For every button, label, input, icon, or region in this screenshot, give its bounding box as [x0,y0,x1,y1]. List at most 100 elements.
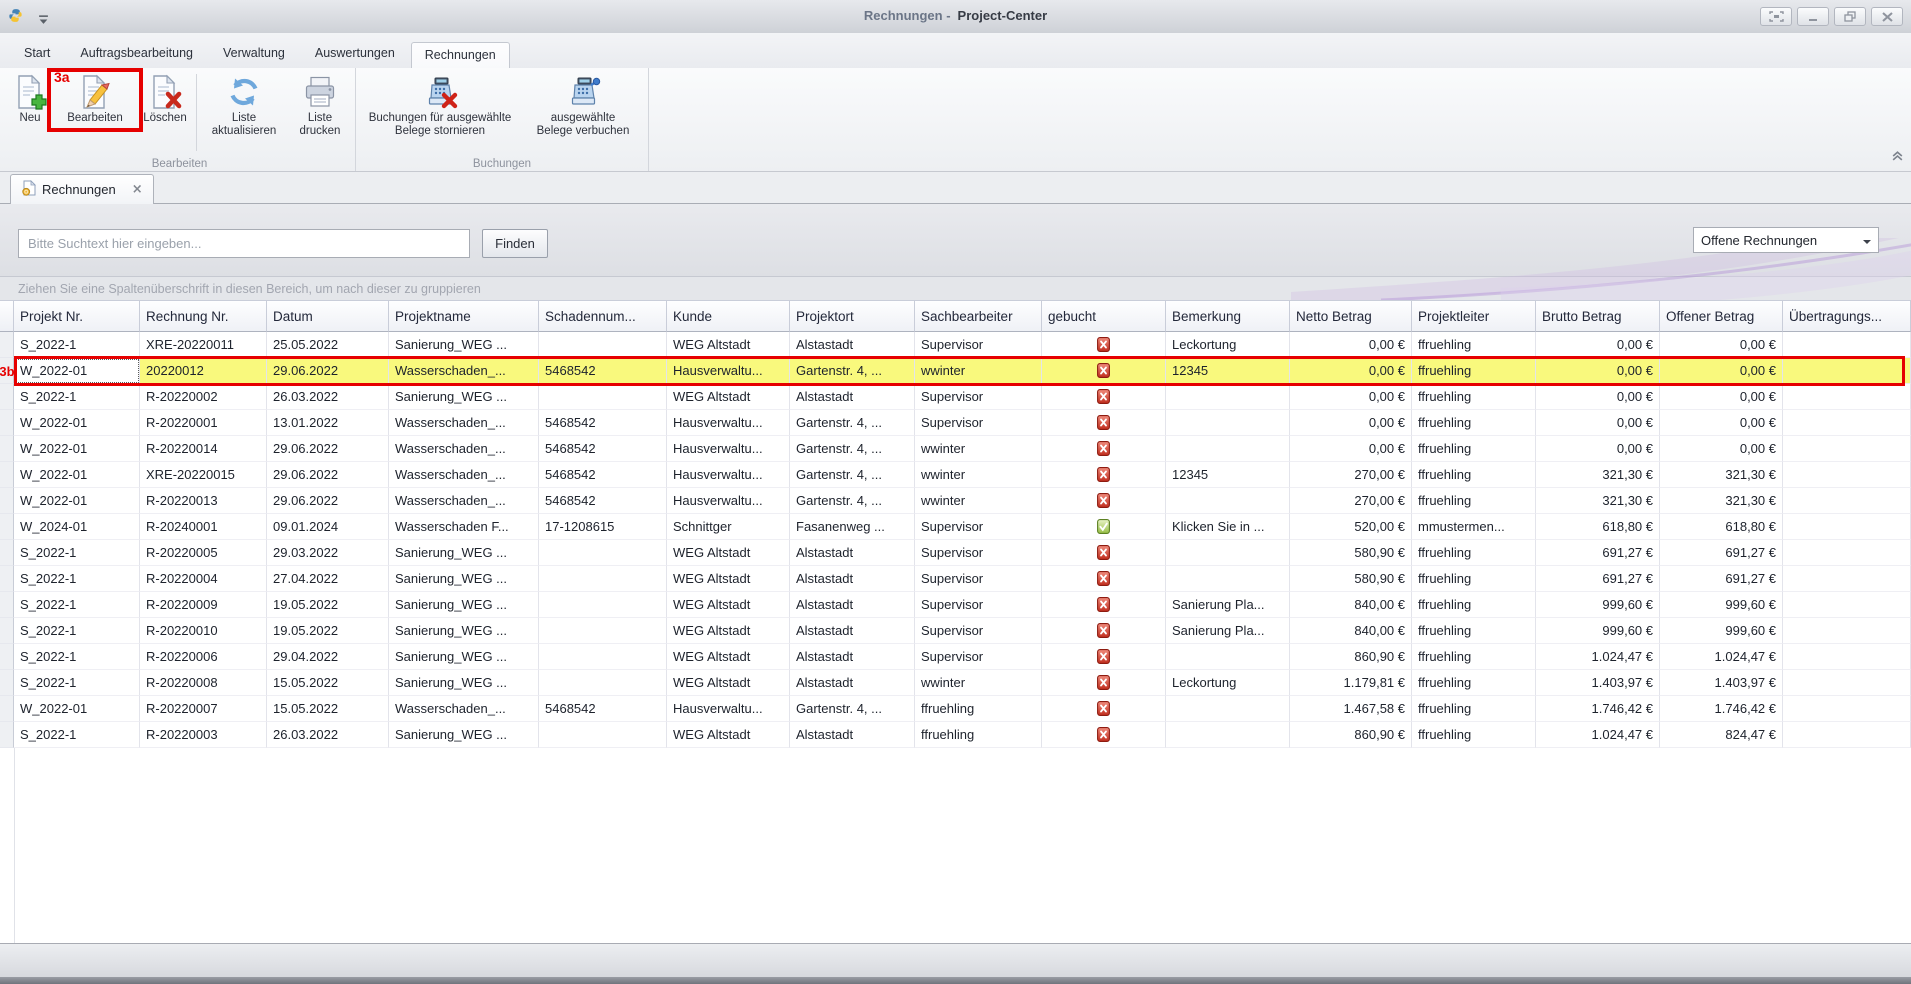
grid-cell[interactable]: WEG Altstadt [667,332,790,358]
grid-cell[interactable]: 12345 [1166,462,1290,488]
grid-cell[interactable]: ffruehling [1412,462,1536,488]
grid-cell[interactable]: ffruehling [1412,410,1536,436]
grid-cell[interactable]: 5468542 [539,436,667,462]
grid-cell[interactable]: Gartenstr. 4, ... [790,358,915,384]
grid-cell[interactable] [1042,592,1166,618]
grid-cell[interactable]: Alstastadt [790,332,915,358]
grid-cell[interactable]: R-20220006 [140,644,267,670]
grid-cell[interactable]: 15.05.2022 [267,696,389,722]
grid-cell[interactable]: 13.01.2022 [267,410,389,436]
grid-cell[interactable]: 5468542 [539,696,667,722]
grid-cell[interactable]: 999,60 € [1536,592,1660,618]
grid-cell[interactable]: 29.04.2022 [267,644,389,670]
grid-cell[interactable]: W_2022-01 [14,410,140,436]
grid-cell[interactable]: Sanierung_WEG ... [389,384,539,410]
grid-cell[interactable] [1166,488,1290,514]
grid-cell[interactable] [1783,514,1911,540]
grid-cell[interactable]: R-20220003 [140,722,267,748]
grid-cell[interactable]: Schnittger [667,514,790,540]
grid-cell[interactable]: R-20240001 [140,514,267,540]
grid-cell[interactable]: Leckortung [1166,670,1290,696]
grid-cell[interactable]: 999,60 € [1660,592,1783,618]
neu-button[interactable]: Neu [7,70,53,125]
grid-cell[interactable]: Wasserschaden_... [389,436,539,462]
grid-cell[interactable]: ffruehling [1412,696,1536,722]
grid-cell[interactable]: Fasanenweg ... [790,514,915,540]
tab-rechnungen[interactable]: Rechnungen × [10,174,154,204]
column-header-9[interactable]: Bemerkung [1166,300,1290,332]
grid-cell[interactable] [1783,566,1911,592]
grid-cell[interactable]: 0,00 € [1660,436,1783,462]
grid-cell[interactable] [1783,644,1911,670]
grid-cell[interactable] [539,384,667,410]
grid-cell[interactable]: WEG Altstadt [667,592,790,618]
grid-cell[interactable]: Supervisor [915,566,1042,592]
grid-cell[interactable]: XRE-20220015 [140,462,267,488]
grid-cell[interactable]: 691,27 € [1536,540,1660,566]
table-row[interactable]: S_2022-1R-2022000226.03.2022Sanierung_WE… [0,384,1911,410]
grid-cell[interactable]: R-20220008 [140,670,267,696]
grid-cell[interactable]: 1.024,47 € [1660,644,1783,670]
grid-cell[interactable]: Sanierung_WEG ... [389,722,539,748]
grid-cell[interactable]: Wasserschaden_... [389,488,539,514]
grid-cell[interactable]: S_2022-1 [14,540,140,566]
table-row[interactable]: S_2022-1R-2022000629.04.2022Sanierung_WE… [0,644,1911,670]
column-header-2[interactable]: Datum [267,300,389,332]
grid-cell[interactable]: Supervisor [915,514,1042,540]
table-row[interactable]: S_2022-1R-2022000815.05.2022Sanierung_WE… [0,670,1911,696]
grid-cell[interactable]: S_2022-1 [14,670,140,696]
grid-cell[interactable] [539,644,667,670]
grid-cell[interactable]: 860,90 € [1290,722,1412,748]
grid-cell[interactable]: Sanierung_WEG ... [389,540,539,566]
grid-cell[interactable] [1042,436,1166,462]
grid-cell[interactable]: Gartenstr. 4, ... [790,436,915,462]
grid-cell[interactable]: S_2022-1 [14,566,140,592]
loeschen-button[interactable]: Löschen [137,70,193,125]
filter-dropdown[interactable]: Offene Rechnungen [1693,227,1879,253]
grid-cell[interactable]: 26.03.2022 [267,384,389,410]
liste-aktualisieren-button[interactable]: Liste aktualisieren [200,70,288,138]
column-header-0[interactable]: Projekt Nr. [14,300,140,332]
belege-verbuchen-button[interactable]: ausgewählte Belege verbuchen [521,70,645,138]
grid-cell[interactable]: 20220012 [140,358,267,384]
grid-cell[interactable]: 19.05.2022 [267,592,389,618]
grid-cell[interactable]: Hausverwaltu... [667,462,790,488]
grid-cell[interactable]: 840,00 € [1290,592,1412,618]
grid-cell[interactable]: Alstastadt [790,540,915,566]
grid-cell[interactable]: R-20220001 [140,410,267,436]
grid-cell[interactable]: 29.06.2022 [267,358,389,384]
grid-cell[interactable]: 1.024,47 € [1536,644,1660,670]
grid-cell[interactable]: ffruehling [1412,488,1536,514]
belege-stornieren-button[interactable]: Buchungen für ausgewählte Belege stornie… [359,70,521,138]
grid-cell[interactable]: R-20220004 [140,566,267,592]
grid-cell[interactable]: Alstastadt [790,384,915,410]
grid-cell[interactable] [1042,462,1166,488]
grid-cell[interactable]: R-20220013 [140,488,267,514]
grid-cell[interactable]: Gartenstr. 4, ... [790,488,915,514]
grid-cell[interactable]: 5468542 [539,462,667,488]
grid-cell[interactable] [1166,566,1290,592]
grid-cell[interactable] [1783,462,1911,488]
grid-cell[interactable]: wwinter [915,670,1042,696]
grid-cell[interactable]: Klicken Sie in ... [1166,514,1290,540]
grid-cell[interactable]: ffruehling [1412,670,1536,696]
column-header-13[interactable]: Offener Betrag [1660,300,1783,332]
grid-cell[interactable]: 0,00 € [1290,384,1412,410]
grid-cell[interactable] [1783,540,1911,566]
grid-cell[interactable]: Sanierung_WEG ... [389,644,539,670]
grid-cell[interactable]: Hausverwaltu... [667,358,790,384]
grid-cell[interactable]: 0,00 € [1660,358,1783,384]
grid-cell[interactable]: 321,30 € [1660,488,1783,514]
grid-cell[interactable]: ffruehling [1412,592,1536,618]
grid-cell[interactable]: 691,27 € [1660,540,1783,566]
grid-cell[interactable]: Gartenstr. 4, ... [790,462,915,488]
grid-cell[interactable]: 840,00 € [1290,618,1412,644]
grid-cell[interactable]: Sanierung_WEG ... [389,592,539,618]
grid-cell[interactable]: WEG Altstadt [667,618,790,644]
grid-cell[interactable]: W_2022-01 [14,696,140,722]
grid-cell[interactable]: S_2022-1 [14,592,140,618]
grid-cell[interactable]: 29.06.2022 [267,462,389,488]
grid-cell[interactable]: wwinter [915,358,1042,384]
grid-cell[interactable]: Sanierung_WEG ... [389,670,539,696]
grid-cell[interactable]: 0,00 € [1536,410,1660,436]
